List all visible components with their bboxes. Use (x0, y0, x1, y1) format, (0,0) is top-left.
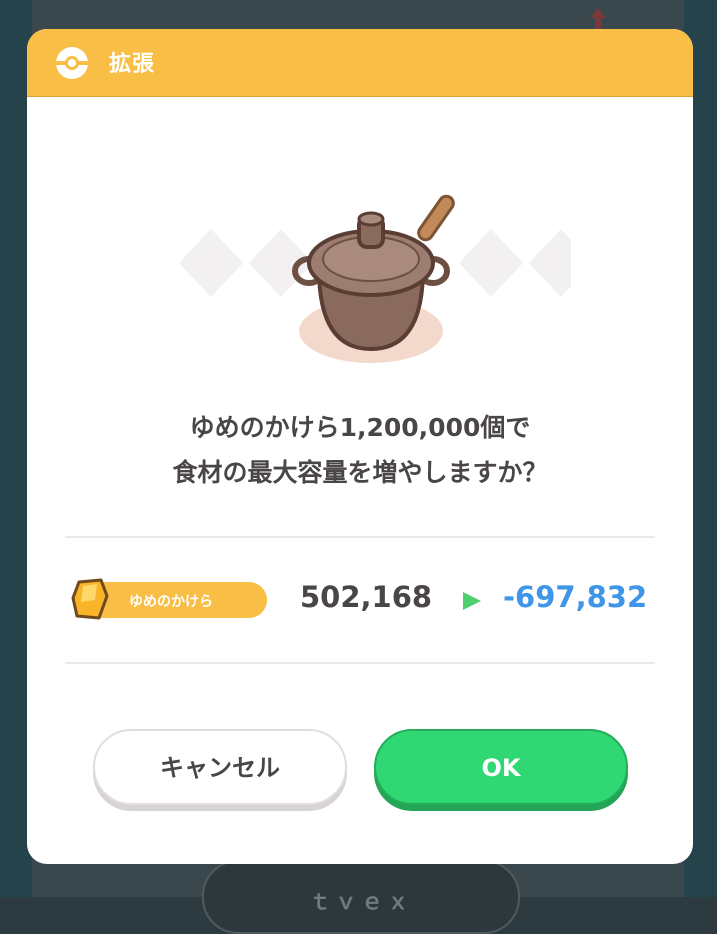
background-button-label: ｔｖｅｘ (308, 890, 413, 915)
confirm-message-line2: 食材の最大容量を増やしますか？ (172, 458, 548, 487)
dream-shard-icon (71, 578, 109, 620)
currency-label: ゆめのかけら (129, 594, 213, 610)
confirm-message-line1: ゆめのかけら1,200,000個で (189, 413, 531, 442)
result-amount: -697,832 (503, 580, 648, 614)
dialog-header: 拡張 (27, 29, 693, 97)
cooking-pot-icon (179, 194, 571, 363)
expand-dialog: 拡張 ゆめのかけら1,200,000個で 食材の最大容量を増やしますか？ ゆめの… (27, 29, 693, 864)
ok-button[interactable]: OK (374, 729, 628, 805)
divider (65, 662, 655, 664)
play-arrow-icon (463, 592, 481, 610)
dialog-title: 拡張 (109, 52, 156, 77)
current-amount: 502,168 (300, 580, 433, 614)
cancel-button[interactable]: キャンセル (93, 729, 347, 805)
pokeball-icon (56, 47, 88, 79)
divider (65, 536, 655, 538)
background-button: ｔｖｅｘ (202, 860, 520, 934)
currency-badge: ゆめのかけら (85, 582, 267, 618)
